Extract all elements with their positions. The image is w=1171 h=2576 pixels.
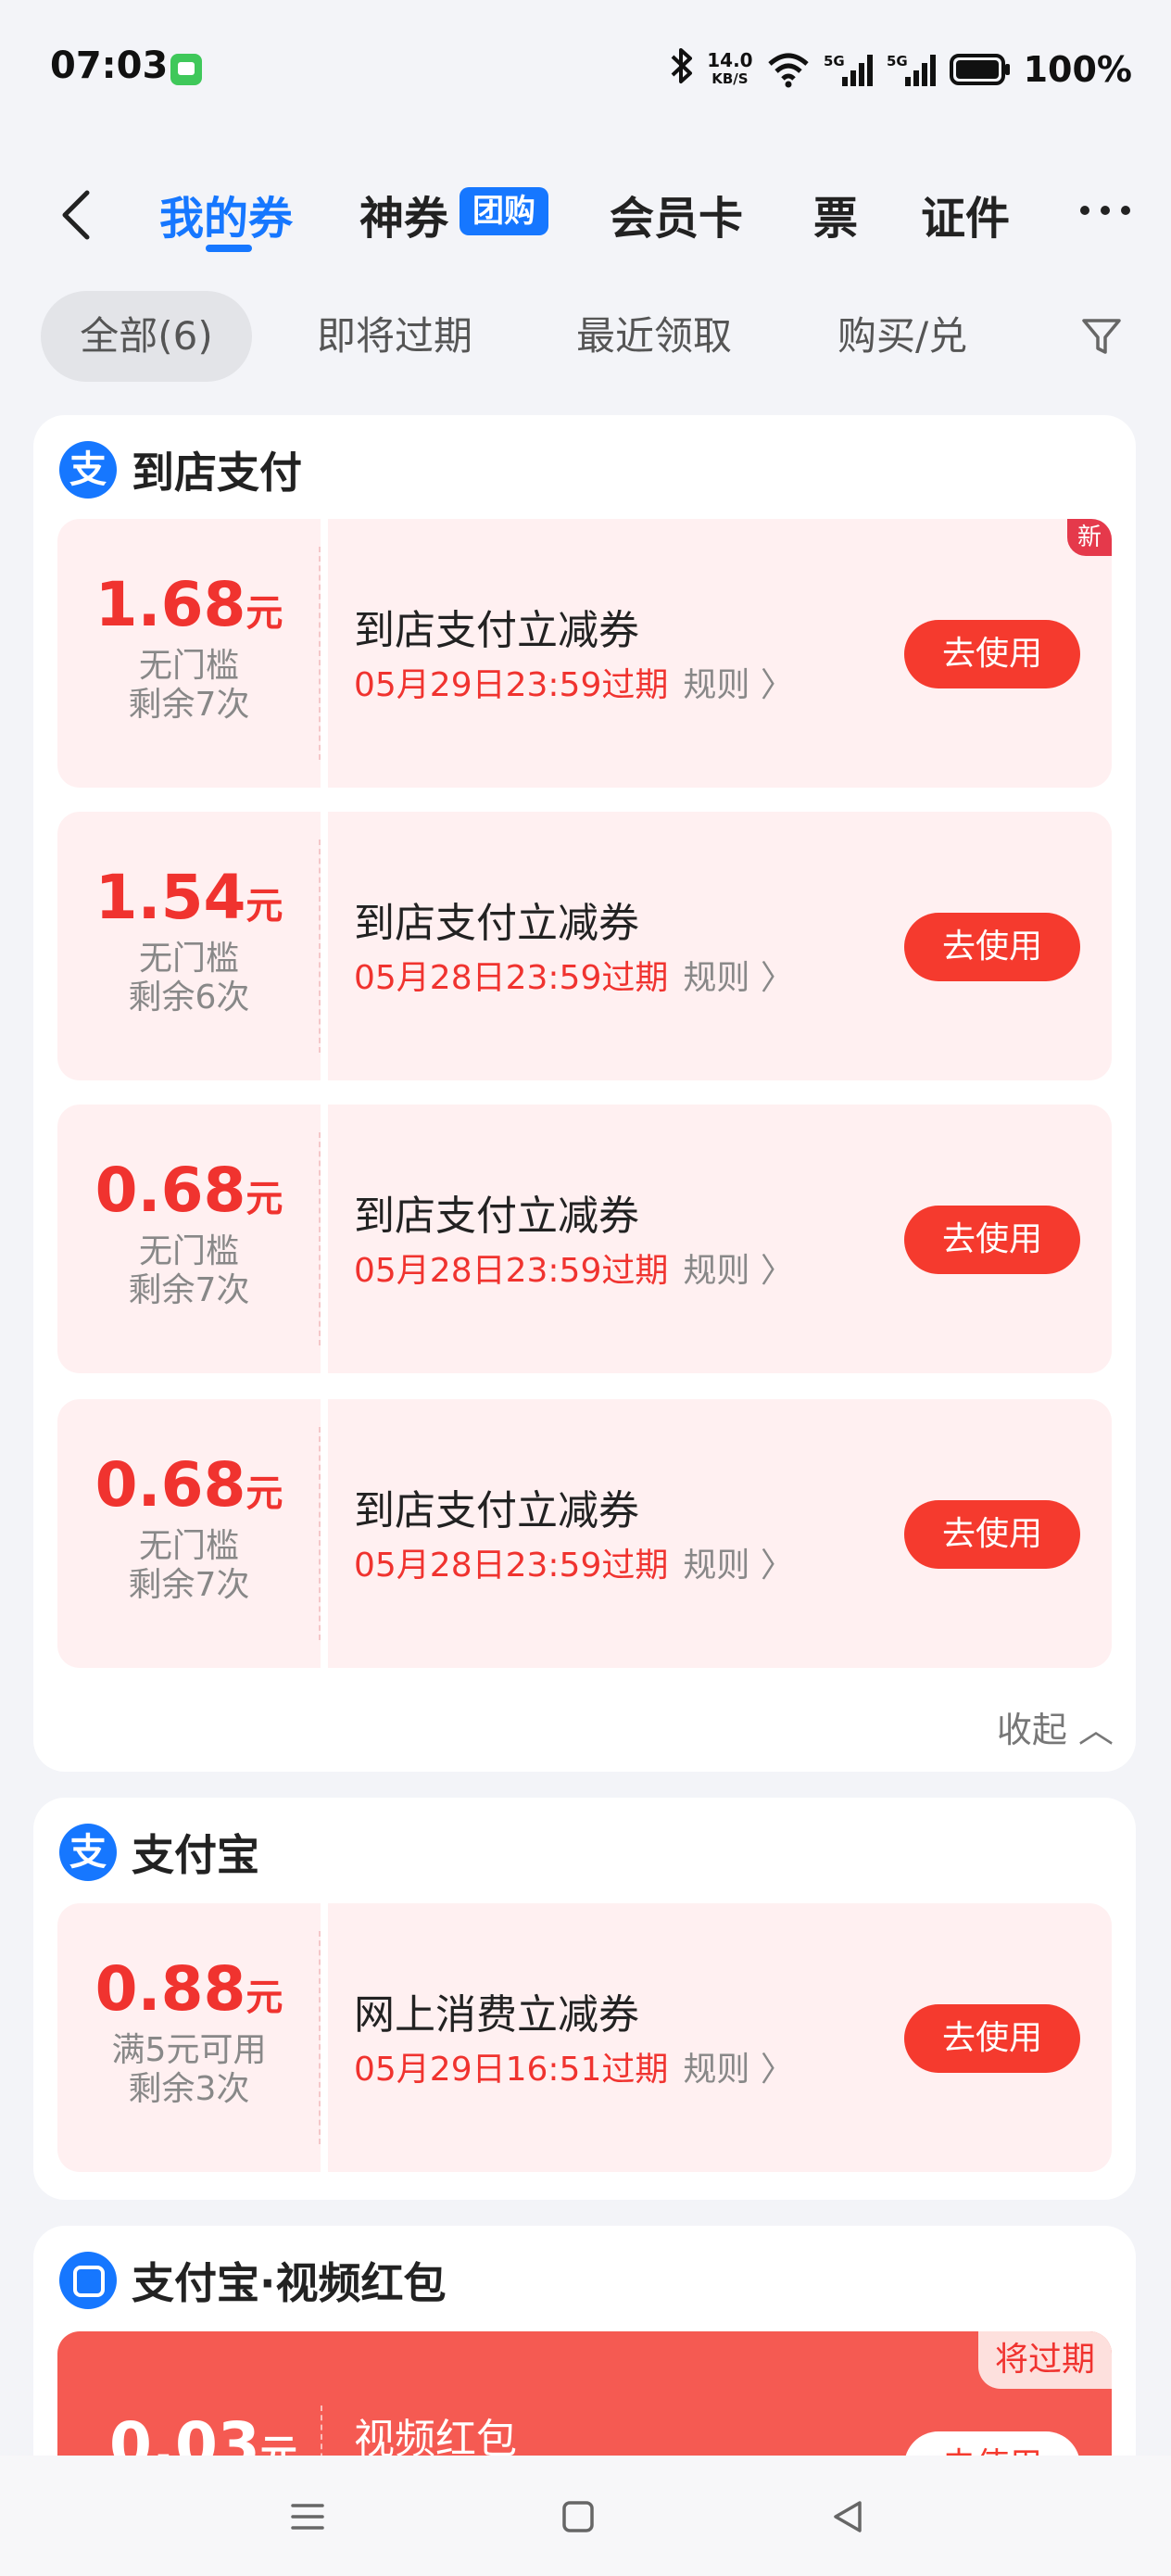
coupon-card[interactable]: 0.68元 无门槛 剩余7次 到店支付立减券 05月28日23:59过期 规则 〉… bbox=[57, 1105, 1112, 1373]
section-header: 支付宝·视频红包 bbox=[59, 2250, 446, 2311]
back-triangle-icon[interactable] bbox=[830, 2498, 867, 2535]
status-time: 07:03 bbox=[50, 44, 169, 87]
video-red-packet-logo-icon bbox=[59, 2252, 117, 2309]
tab-super-coupons[interactable]: 神券 bbox=[359, 182, 448, 246]
section-title: 支付宝 bbox=[132, 1830, 259, 1880]
tab-member-cards[interactable]: 会员卡 bbox=[610, 182, 743, 246]
coupon-expiry: 05月29日23:59过期 规则 〉 bbox=[354, 666, 794, 704]
battery-icon bbox=[949, 53, 1011, 86]
coupon-value-panel: 0.68元 无门槛 剩余7次 bbox=[57, 1399, 321, 1668]
coupon-info-panel: 到店支付立减券 05月28日23:59过期 规则 〉 去使用 bbox=[328, 812, 1112, 1080]
coupon-remaining: 剩余7次 bbox=[128, 1566, 250, 1604]
coupon-value-panel: 0.88元 满5元可用 剩余3次 bbox=[57, 1903, 321, 2172]
rules-link[interactable]: 规则 〉 bbox=[683, 666, 793, 704]
alipay-logo-icon: 支 bbox=[59, 1824, 117, 1881]
coupon-condition: 无门槛 bbox=[138, 940, 239, 978]
coupon-name: 网上消费立减券 bbox=[354, 1991, 639, 2039]
signal-icon-2: 5G bbox=[887, 51, 937, 88]
section-card-alipay: 支 支付宝 0.88元 满5元可用 剩余3次 网上消费立减券 05月29日16:… bbox=[33, 1798, 1136, 2200]
section-card-store-payment: 支 到店支付 1.68元 无门槛 剩余7次 新 到店支付立减券 05月29日23… bbox=[33, 415, 1136, 1772]
rules-link[interactable]: 规则 〉 bbox=[683, 2051, 793, 2089]
section-header: 支 支付宝 bbox=[59, 1822, 259, 1883]
back-icon[interactable] bbox=[52, 187, 107, 243]
coupon-value-panel: 1.68元 无门槛 剩余7次 bbox=[57, 519, 321, 788]
use-coupon-button[interactable]: 去使用 bbox=[904, 2004, 1080, 2073]
menu-icon[interactable] bbox=[289, 2498, 326, 2535]
coupon-condition: 满5元可用 bbox=[111, 2031, 267, 2069]
filter-all[interactable]: 全部(6) bbox=[41, 291, 252, 382]
status-bar: 07:03 14.0 KB/S 5G 5G 100% bbox=[0, 0, 1171, 139]
signal-2-label: 5G bbox=[887, 53, 908, 69]
network-speed-value: 14.0 bbox=[707, 49, 753, 71]
filter-recently-received[interactable]: 最近领取 bbox=[576, 291, 732, 382]
coupon-name: 到店支付立减券 bbox=[354, 607, 639, 654]
system-nav-bar bbox=[0, 2456, 1171, 2576]
coupon-condition: 无门槛 bbox=[138, 647, 239, 685]
coupon-amount: 0.68元 bbox=[94, 1155, 283, 1226]
network-speed-unit: KB/S bbox=[711, 70, 749, 87]
tab-tickets[interactable]: 票 bbox=[813, 182, 858, 246]
coupon-expiry: 05月28日23:59过期 规则 〉 bbox=[354, 1252, 794, 1290]
coupon-amount: 0.68元 bbox=[94, 1449, 283, 1521]
signal-icon-1: 5G bbox=[824, 51, 874, 88]
coupon-info-panel: 到店支付立减券 05月28日23:59过期 规则 〉 去使用 bbox=[328, 1399, 1112, 1668]
filter-purchased[interactable]: 购买/兑 bbox=[837, 291, 967, 382]
active-tab-indicator bbox=[206, 245, 252, 252]
coupon-value-panel: 0.68元 无门槛 剩余7次 bbox=[57, 1105, 321, 1373]
use-coupon-button[interactable]: 去使用 bbox=[904, 620, 1080, 688]
coupon-value-panel: 1.54元 无门槛 剩余6次 bbox=[57, 812, 321, 1080]
coupon-remaining: 剩余7次 bbox=[128, 686, 250, 724]
coupon-expiry: 05月29日16:51过期 规则 〉 bbox=[354, 2051, 794, 2089]
top-nav: 我的券 神券 团购 会员卡 票 证件 bbox=[0, 167, 1171, 269]
network-speed: 14.0 KB/S bbox=[707, 51, 752, 88]
coupon-name: 到店支付立减券 bbox=[354, 1487, 639, 1534]
signal-1-label: 5G bbox=[824, 53, 845, 69]
tab-my-coupons[interactable]: 我的券 bbox=[159, 182, 293, 246]
coupon-amount: 1.68元 bbox=[94, 569, 283, 640]
home-icon[interactable] bbox=[560, 2498, 597, 2535]
coupon-name: 到店支付立减券 bbox=[354, 1193, 639, 1240]
coupon-remaining: 剩余6次 bbox=[128, 979, 250, 1017]
coupon-remaining: 剩余3次 bbox=[128, 2070, 250, 2108]
rules-link[interactable]: 规则 〉 bbox=[683, 959, 793, 997]
group-buy-badge: 团购 bbox=[460, 187, 548, 235]
coupon-card[interactable]: 0.68元 无门槛 剩余7次 到店支付立减券 05月28日23:59过期 规则 〉… bbox=[57, 1399, 1112, 1668]
coupon-card[interactable]: 1.68元 无门槛 剩余7次 新 到店支付立减券 05月29日23:59过期 规则… bbox=[57, 519, 1112, 788]
coupon-expiry: 05月28日23:59过期 规则 〉 bbox=[354, 959, 794, 997]
collapse-button[interactable]: 收起 ︿ bbox=[997, 1701, 1114, 1752]
coupon-expiry: 05月28日23:59过期 规则 〉 bbox=[354, 1547, 794, 1585]
wifi-icon bbox=[766, 51, 811, 88]
coupon-card[interactable]: 1.54元 无门槛 剩余6次 到店支付立减券 05月28日23:59过期 规则 〉… bbox=[57, 812, 1112, 1080]
filter-bar: 全部(6) 即将过期 最近领取 购买/兑 bbox=[0, 291, 1171, 384]
coupon-remaining: 剩余7次 bbox=[128, 1271, 250, 1309]
more-icon[interactable] bbox=[1080, 206, 1130, 215]
use-coupon-button[interactable]: 去使用 bbox=[904, 913, 1080, 981]
message-app-icon bbox=[170, 54, 202, 85]
expiring-tag: 将过期 bbox=[977, 2331, 1112, 2389]
coupon-card[interactable]: 0.88元 满5元可用 剩余3次 网上消费立减券 05月29日16:51过期 规则… bbox=[57, 1903, 1112, 2172]
bluetooth-icon bbox=[670, 47, 694, 93]
section-title: 到店支付 bbox=[132, 448, 302, 498]
coupon-amount: 1.54元 bbox=[94, 862, 283, 933]
coupon-condition: 无门槛 bbox=[138, 1232, 239, 1270]
section-header: 支 到店支付 bbox=[59, 439, 302, 500]
use-coupon-button[interactable]: 去使用 bbox=[904, 1500, 1080, 1569]
use-coupon-button[interactable]: 去使用 bbox=[904, 1206, 1080, 1274]
battery-percent: 100% bbox=[1023, 49, 1132, 90]
coupon-condition: 无门槛 bbox=[138, 1527, 239, 1565]
filter-expiring-soon[interactable]: 即将过期 bbox=[317, 291, 472, 382]
tab-certificates[interactable]: 证件 bbox=[921, 182, 1010, 246]
status-icons: 14.0 KB/S 5G 5G 100% bbox=[670, 46, 1132, 93]
filter-funnel-icon[interactable] bbox=[1078, 313, 1125, 360]
new-badge: 新 bbox=[1067, 519, 1112, 556]
section-title: 支付宝·视频红包 bbox=[132, 2258, 447, 2308]
coupon-info-panel: 新 到店支付立减券 05月29日23:59过期 规则 〉 去使用 bbox=[328, 519, 1112, 788]
coupon-name: 到店支付立减券 bbox=[354, 900, 639, 947]
coupon-info-panel: 到店支付立减券 05月28日23:59过期 规则 〉 去使用 bbox=[328, 1105, 1112, 1373]
coupon-amount: 0.88元 bbox=[94, 1953, 283, 2025]
rules-link[interactable]: 规则 〉 bbox=[683, 1252, 793, 1290]
rules-link[interactable]: 规则 〉 bbox=[683, 1547, 793, 1585]
alipay-logo-icon: 支 bbox=[59, 441, 117, 499]
coupon-info-panel: 网上消费立减券 05月29日16:51过期 规则 〉 去使用 bbox=[328, 1903, 1112, 2172]
